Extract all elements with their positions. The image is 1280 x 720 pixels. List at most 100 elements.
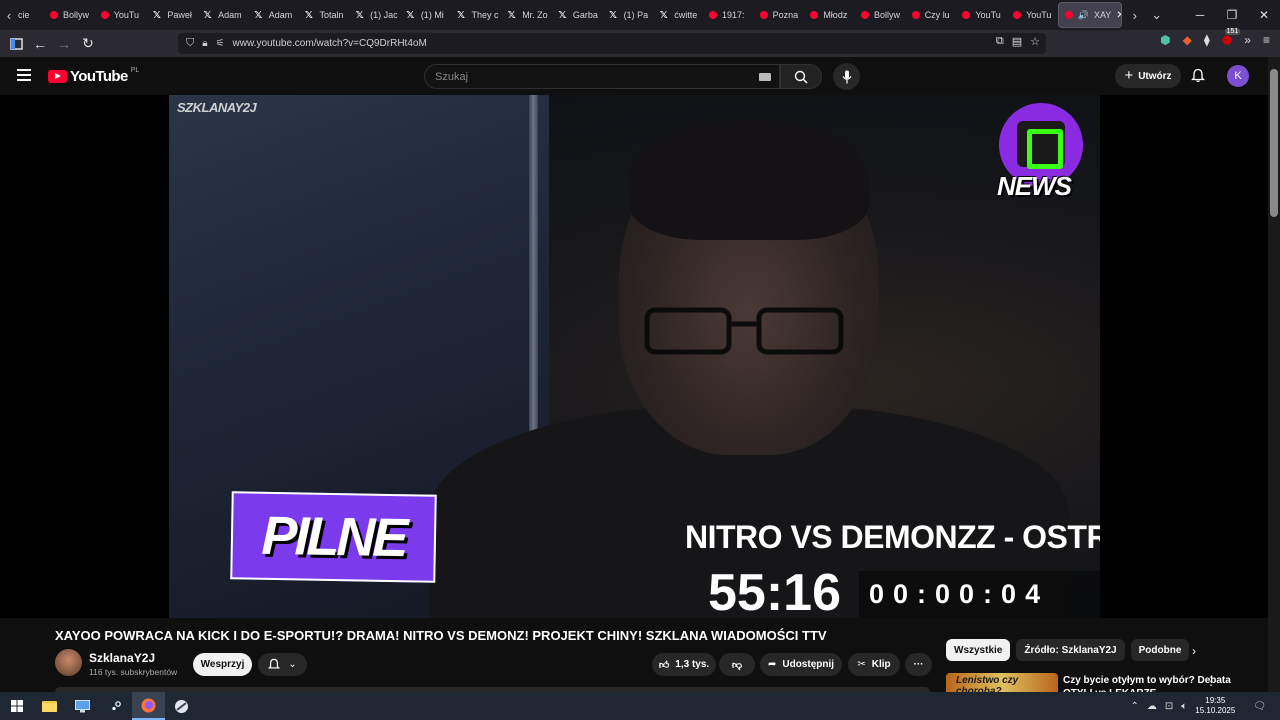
video-frame[interactable]: SZKLANAY2J NEWS PILNE NITRO VS DEMONZZ -… [169,95,1100,618]
firefox-icon[interactable] [132,692,165,720]
browser-tab[interactable]: 𝕏 Adam [247,2,298,28]
active-tab[interactable]: 🔊 XAY ✕ [1057,2,1122,28]
taskbar-clock[interactable]: 19:35 15.10.2025 [1195,696,1235,716]
notifications-icon[interactable]: 🗨︎ [1253,701,1266,712]
browser-tab[interactable]: 𝕏ćwitte [652,2,703,28]
browser-tab[interactable]: 𝕏 They c [450,2,501,28]
tray-chevron-up-icon[interactable]: ⌃ [1130,701,1138,712]
app-menu-icon[interactable]: ≡ [1263,33,1270,47]
keyboard-icon[interactable] [759,73,771,81]
browser-tab[interactable]: 𝕏 (1) Mi [399,2,450,28]
recommended-video-thumbnail[interactable]: Lenistwo czy choroba? [946,673,1058,692]
browser-tab[interactable]: Młodz [804,2,855,28]
overflow-chevron-icon[interactable]: » [1244,33,1251,47]
tab-scroll-right-icon[interactable]: › [1126,0,1144,30]
youtube-favicon-icon [708,11,717,19]
scissors-icon: ✂ [857,659,866,670]
browser-tab[interactable]: 𝕏 Adam [196,2,247,28]
steam-icon[interactable] [99,692,132,720]
speaker-icon[interactable]: 🔊 [1078,10,1089,21]
pc-monitor-icon[interactable] [66,692,99,720]
browser-tab[interactable]: Bollyw [44,2,95,28]
browser-tab[interactable]: Czy lu [906,2,957,28]
scrollbar-thumb[interactable] [1270,69,1278,217]
close-window-icon[interactable]: ✕ [1248,8,1280,22]
channel-name[interactable]: SzklanaY2J [89,651,155,665]
tab-list-dropdown-icon[interactable]: ⌄ [1148,0,1166,30]
recommended-video-menu-icon[interactable]: ⋮ [1205,674,1217,688]
picture-in-picture-icon[interactable]: ⧉ [996,35,1004,48]
chips-next-icon[interactable]: › [1192,644,1196,658]
reload-icon[interactable]: ↻ [76,32,100,56]
x-favicon-icon: 𝕏 [304,9,313,21]
windows-start-icon[interactable] [0,692,33,720]
video-player[interactable]: SZKLANAY2J NEWS PILNE NITRO VS DEMONZZ -… [0,95,1268,618]
youtube-logo[interactable]: YouTube PL [48,67,139,85]
forward-icon[interactable]: → [52,32,76,56]
like-button[interactable]: 👍︎ 1,3 tys. [652,653,716,676]
browser-nav-bar: ← → ↻ ⛉ 🔒︎ ⚟ www.youtube.com/watch?v=CQ9… [0,28,1280,57]
onedrive-cloud-icon[interactable]: ☁ [1147,701,1157,712]
network-icon[interactable]: ⊡ [1165,701,1173,712]
support-button[interactable]: Wesprzyj [193,653,252,676]
dislike-button[interactable]: 👎︎ [719,653,755,676]
bookmark-star-icon[interactable]: ☆ [1030,35,1040,48]
app-shortcut-icon[interactable] [165,692,198,720]
more-actions-button[interactable]: ··· [905,653,932,676]
browser-tab[interactable]: 𝕏 (1) Jac [348,2,399,28]
search-input[interactable] [435,70,735,83]
tab-scroll-left-icon[interactable]: ‹ [0,0,18,30]
minimize-icon[interactable]: ─ [1184,8,1216,22]
share-button[interactable]: ➦ Udostępnij [760,653,842,676]
tab-label: Paweł [167,10,192,20]
subscription-notifications-button[interactable]: ⌄ [258,653,307,676]
x-favicon-icon: 𝕏 [355,9,364,21]
filter-chip[interactable]: Źródło: SzklanaY2J [1016,639,1125,661]
voice-search-button[interactable] [833,63,860,90]
account-avatar[interactable]: K [1227,65,1249,87]
url-bar[interactable]: ⛉ 🔒︎ ⚟ www.youtube.com/watch?v=CQ9DrRHt4… [178,33,1046,54]
extension-fox-icon[interactable]: ◆ [1183,33,1192,47]
browser-tab[interactable]: 𝕏 (1) Pa [602,2,653,28]
shield-icon[interactable]: ⛉ [186,37,194,50]
browser-tab[interactable]: 𝕏 Garba [551,2,602,28]
browser-tab[interactable]: 𝕏 Mr. Zo [500,2,551,28]
browser-tab[interactable]: Pozna [754,2,805,28]
sidebar-toggle-icon[interactable] [4,32,28,56]
browser-tab[interactable]: YouTu [95,2,146,28]
pilne-label: PILNE [260,505,407,569]
search-button[interactable] [780,64,822,89]
volume-icon[interactable]: 🔈︎ [1181,701,1187,712]
restore-icon[interactable]: ❐ [1216,8,1248,22]
page-scrollbar[interactable] [1268,57,1280,692]
windows-taskbar: ⌃ ☁ ⊡ 🔈︎ 19:35 15.10.2025 🗨︎ [0,692,1280,720]
extensions-puzzle-icon[interactable]: ⧫ [1204,33,1210,47]
filter-chip[interactable]: Wszystkie [946,639,1011,661]
guide-menu-icon[interactable] [17,69,31,81]
back-icon[interactable]: ← [28,32,52,56]
url-text[interactable]: www.youtube.com/watch?v=CQ9DrRHt4oM [233,38,427,49]
notifications-bell-icon[interactable] [1190,68,1206,88]
browser-tab[interactable]: YouTu [1007,2,1058,28]
permissions-icon[interactable]: ⚟ [216,38,225,49]
file-explorer-icon[interactable] [33,692,66,720]
youtube-favicon-icon [50,11,58,19]
tab-partial[interactable]: cie [18,2,44,28]
ublock-icon[interactable]: ⬣ 151 [1222,28,1241,47]
channel-avatar[interactable] [55,649,82,676]
browser-tab[interactable]: YouTu [956,2,1007,28]
filter-chip[interactable]: Podobne [1130,639,1190,661]
create-button[interactable]: + Utwórz [1115,64,1181,88]
extension-shield-icon[interactable]: ⬢ [1160,33,1170,47]
lock-icon[interactable]: 🔒︎ [202,38,207,49]
tab-label: ćwitte [674,10,698,20]
browser-tab[interactable]: 𝕏 Totaln [297,2,348,28]
browser-tab[interactable]: 𝕏 Paweł [145,2,196,28]
browser-tab[interactable]: Bollyw [855,2,906,28]
search-box [424,64,780,89]
browser-tab[interactable]: 1917: [703,2,754,28]
reader-view-icon[interactable]: ▤ [1012,35,1022,48]
clip-button[interactable]: ✂ Klip [848,653,900,676]
close-tab-icon[interactable]: ✕ [1116,10,1120,21]
tab-label: (1) Mi [420,10,444,20]
